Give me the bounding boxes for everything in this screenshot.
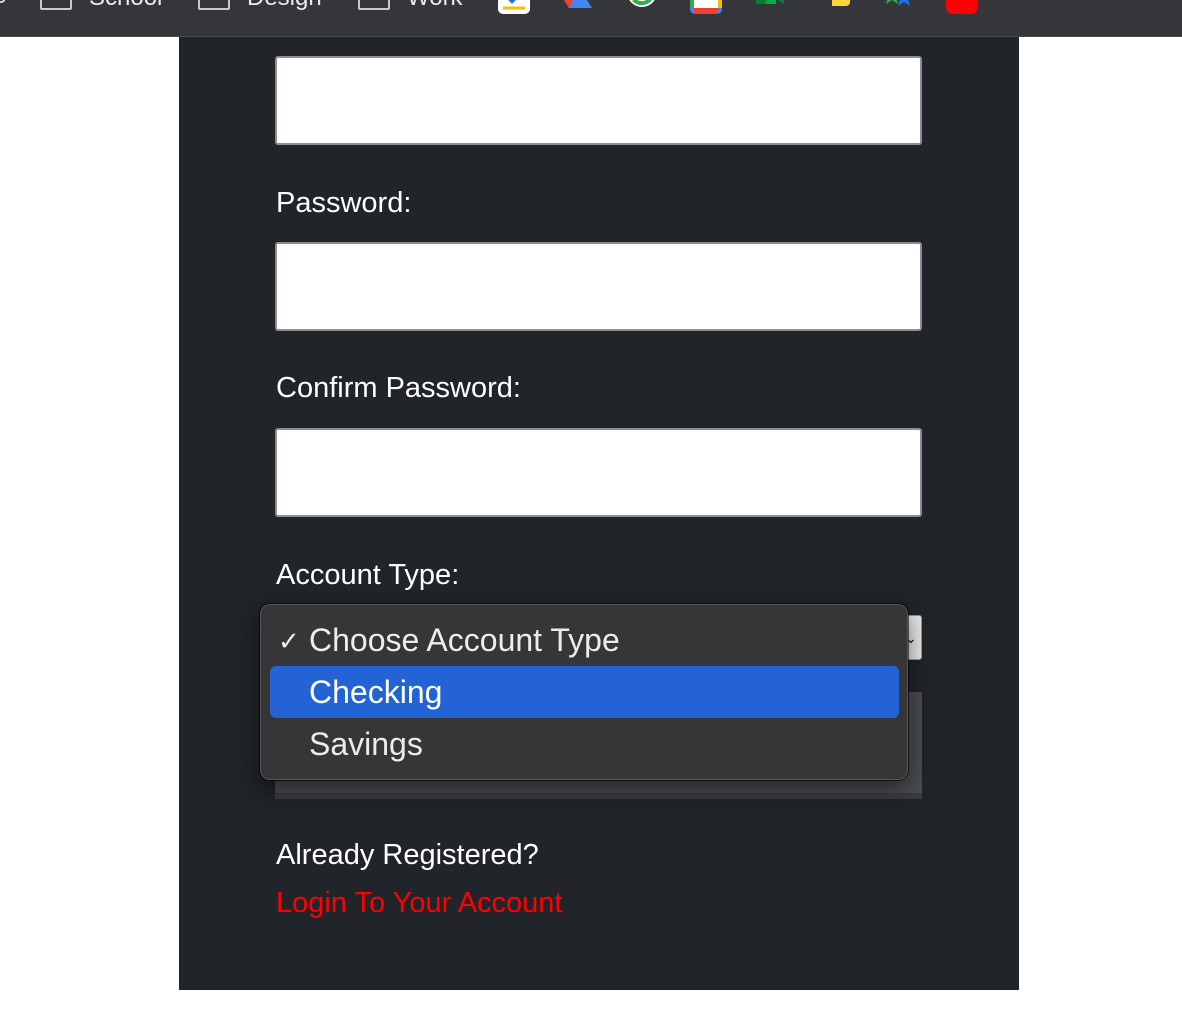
account-type-dropdown: ✓ Choose Account Type Checking Savings	[260, 604, 908, 780]
bookmark-folder-work[interactable]: Work	[358, 0, 463, 14]
confirm-password-label: Confirm Password:	[276, 372, 521, 404]
google-calendar-icon[interactable]: 31	[690, 0, 722, 14]
login-link[interactable]: Login To Your Account	[276, 885, 563, 921]
bookmark-folder-label: Design	[247, 0, 322, 12]
youtube-icon[interactable]	[946, 0, 978, 14]
python-icon[interactable]	[818, 0, 850, 14]
password-input[interactable]	[275, 242, 922, 331]
google-tasks-icon[interactable]	[498, 0, 530, 14]
dropdown-option-label: Choose Account Type	[309, 622, 620, 658]
bookmark-folder-label: School	[89, 0, 162, 12]
dropdown-option-checking[interactable]: Checking	[270, 666, 899, 718]
email-input[interactable]	[275, 56, 922, 145]
dropdown-option-label: Savings	[309, 726, 423, 762]
google-meet-icon[interactable]	[754, 0, 786, 14]
bookmarks-bar: s School Design Work 31	[0, 0, 1182, 37]
folder-icon	[358, 0, 390, 10]
checkmark-icon: ✓	[278, 626, 300, 656]
svg-text:31: 31	[699, 0, 713, 3]
folder-icon	[198, 0, 230, 10]
google-icon[interactable]	[626, 0, 658, 14]
dropdown-option-label: Checking	[309, 674, 443, 710]
confirm-password-input[interactable]	[275, 428, 922, 517]
bookmark-folder-design[interactable]: Design	[198, 0, 322, 14]
bookmark-cut-label[interactable]: s	[0, 0, 6, 10]
stars-extension-icon[interactable]	[882, 0, 914, 14]
folder-icon	[40, 0, 72, 10]
password-label: Password:	[276, 187, 412, 219]
registration-panel: Password: Confirm Password: Account Type…	[179, 37, 1019, 990]
dropdown-option-choose-account-type[interactable]: ✓ Choose Account Type	[270, 614, 899, 666]
bookmark-folder-label: Work	[407, 0, 463, 12]
google-drive-icon[interactable]	[562, 0, 594, 14]
already-registered-text: Already Registered?	[276, 839, 539, 871]
account-type-label: Account Type:	[276, 559, 460, 591]
dropdown-option-savings[interactable]: Savings	[270, 718, 899, 770]
bookmark-folder-school[interactable]: School	[40, 0, 162, 14]
